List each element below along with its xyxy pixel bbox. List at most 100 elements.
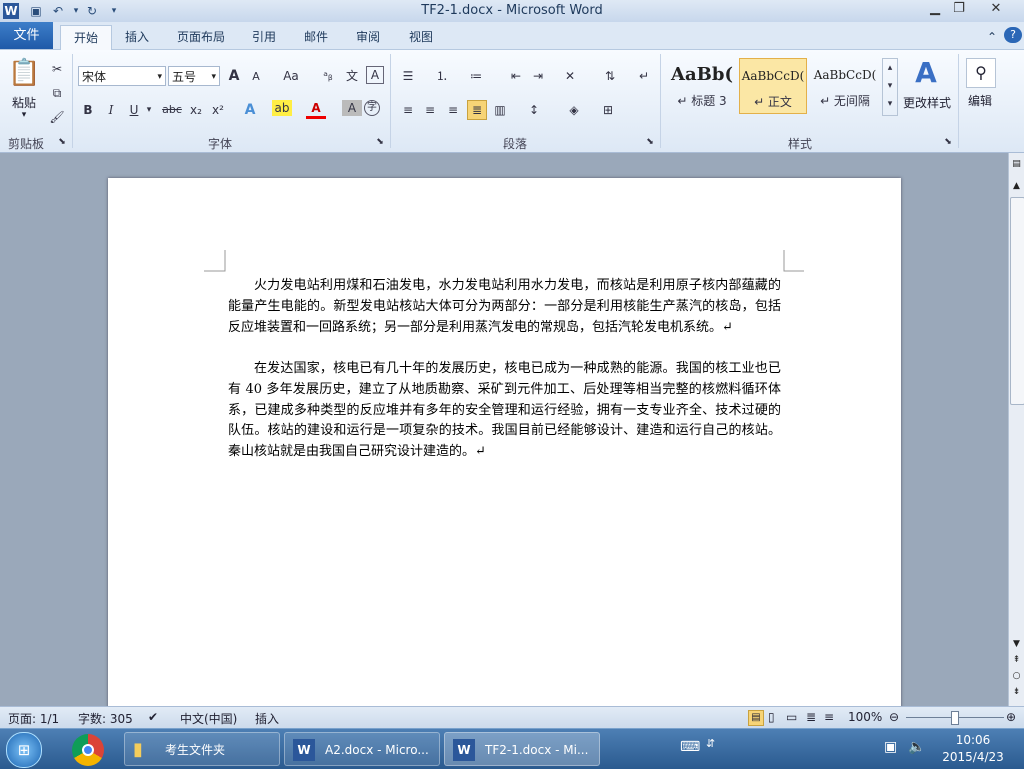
bold-button[interactable]: B — [78, 100, 98, 120]
word-count[interactable]: 字数: 305 — [78, 710, 133, 727]
paragraph-1[interactable]: 火力发电站利用煤和石油发电，水力发电站利用水力发电，而核站是利用原子核内部蕴藏的… — [228, 276, 781, 338]
help-icon[interactable]: ? — [1004, 27, 1022, 43]
clipboard-launcher-icon[interactable]: ⬊ — [56, 135, 68, 149]
taskbar-item-folder[interactable]: ▮ 考生文件夹 — [124, 732, 280, 766]
paste-button[interactable]: 粘贴 — [8, 94, 40, 111]
tab-page-layout[interactable]: 页面布局 — [170, 25, 232, 49]
paste-dropdown-icon[interactable]: ▾ — [20, 110, 28, 120]
proofing-icon[interactable]: ✔ — [148, 710, 158, 724]
tab-mailings[interactable]: 邮件 — [297, 25, 335, 49]
distributed-icon[interactable]: ▥ — [490, 100, 510, 120]
network-icon[interactable]: ▣ — [884, 739, 897, 755]
multilevel-list-icon[interactable]: ≔ — [466, 66, 486, 86]
scroll-thumb[interactable] — [1010, 197, 1024, 405]
subscript-button[interactable]: x₂ — [186, 100, 206, 120]
align-center-icon[interactable]: ≡ — [420, 100, 440, 120]
justify-icon[interactable]: ≣ — [467, 100, 487, 120]
format-painter-icon[interactable]: 🖌 — [47, 107, 67, 127]
editing-button[interactable]: 编辑 — [962, 92, 998, 109]
language-status[interactable]: 中文(中国) — [180, 710, 237, 727]
zoom-slider-thumb[interactable] — [951, 711, 959, 725]
borders-icon[interactable]: ⊞ — [598, 100, 618, 120]
tab-references[interactable]: 引用 — [245, 25, 283, 49]
bullets-icon[interactable]: ☰ — [398, 66, 418, 86]
character-border-icon[interactable]: A — [366, 66, 384, 84]
taskbar-item-a2[interactable]: W A2.docx - Micro... — [284, 732, 440, 766]
web-layout-icon[interactable]: ▭ — [786, 710, 797, 724]
tab-insert[interactable]: 插入 — [118, 25, 156, 49]
draft-view-icon[interactable]: ≡ — [824, 710, 834, 724]
scroll-down-icon[interactable]: ▼ — [1010, 639, 1023, 649]
outline-view-icon[interactable]: ≣ — [806, 710, 816, 724]
close-button[interactable]: ✕ — [972, 0, 1020, 18]
character-shading-icon[interactable]: A — [342, 100, 362, 116]
sort-icon[interactable]: ⇅ — [600, 66, 620, 86]
restore-button[interactable]: ❐ — [945, 0, 973, 18]
clear-formatting-icon[interactable]: ᵃᵦ — [318, 66, 338, 86]
tab-review[interactable]: 审阅 — [349, 25, 387, 49]
binoculars-icon[interactable]: ⚲ — [966, 58, 996, 88]
vertical-scrollbar[interactable]: ▤ ▲ ▼ ⇞ ○ ⇟ — [1008, 153, 1024, 706]
decrease-indent-icon[interactable]: ⇤ — [506, 66, 526, 86]
start-button[interactable]: ⊞ — [6, 732, 42, 768]
full-screen-reading-icon[interactable]: ▯ — [768, 710, 775, 724]
superscript-button[interactable]: x² — [208, 100, 228, 120]
page-count[interactable]: 页面: 1/1 — [8, 710, 59, 727]
scroll-up-icon[interactable]: ▲ — [1010, 181, 1023, 191]
chrome-icon[interactable] — [72, 734, 104, 766]
align-right-icon[interactable]: ≡ — [443, 100, 463, 120]
zoom-level[interactable]: 100% — [848, 710, 882, 724]
paragraph-launcher-icon[interactable]: ⬊ — [644, 135, 656, 149]
italic-button[interactable]: I — [101, 100, 121, 120]
zoom-out-icon[interactable]: ⊖ — [889, 710, 899, 724]
underline-dropdown-icon[interactable]: ▾ — [144, 100, 154, 120]
ime-icon[interactable]: ⇵ — [706, 737, 715, 750]
insert-mode[interactable]: 插入 — [255, 710, 279, 727]
next-page-icon[interactable]: ⇟ — [1010, 687, 1023, 697]
style-normal[interactable]: AaBbCcD( ↵ 正文 — [739, 58, 807, 114]
select-browse-object-icon[interactable]: ○ — [1010, 671, 1023, 681]
styles-launcher-icon[interactable]: ⬊ — [942, 135, 954, 149]
shrink-font-button[interactable]: A — [246, 67, 266, 87]
change-case-button[interactable]: Aa — [278, 66, 304, 86]
enclose-characters-icon[interactable]: 字 — [364, 100, 380, 116]
collapse-ribbon-icon[interactable]: ⌃ — [984, 25, 1000, 49]
clock-time[interactable]: 10:06 — [944, 733, 1002, 747]
font-launcher-icon[interactable]: ⬊ — [374, 135, 386, 149]
show-marks-icon[interactable]: ↵ — [634, 66, 654, 86]
paste-icon[interactable]: 📋 — [8, 56, 40, 90]
volume-muted-icon[interactable]: 🔈 — [908, 739, 925, 755]
tab-view[interactable]: 视图 — [402, 25, 440, 49]
taskbar-item-tf2[interactable]: W TF2-1.docx - Mi... — [444, 732, 600, 766]
document-page[interactable]: 火力发电站利用煤和石油发电，水力发电站利用水力发电，而核站是利用原子核内部蕴藏的… — [108, 178, 901, 706]
paragraph-2[interactable]: 在发达国家，核电已有几十年的发展历史，核电已成为一种成熟的能源。我国的核工业也已… — [228, 359, 781, 463]
change-styles-icon[interactable]: A — [908, 56, 944, 89]
change-styles-button[interactable]: 更改样式 — [900, 94, 954, 111]
style-heading3[interactable]: AaBb( ↵ 标题 3 — [668, 58, 736, 114]
clock-date[interactable]: 2015/4/23 — [936, 750, 1010, 764]
keyboard-icon[interactable]: ⌨ — [680, 739, 700, 755]
font-family-select[interactable]: 宋体 ▾ — [78, 66, 166, 86]
phonetic-guide-icon[interactable]: 文 — [342, 66, 362, 86]
cut-icon[interactable]: ✂ — [47, 59, 67, 79]
styles-scroll-icon[interactable]: ▴ ▾ ▾ — [882, 58, 898, 116]
copy-icon[interactable]: ⧉ — [47, 83, 67, 103]
font-size-select[interactable]: 五号 ▾ — [168, 66, 220, 86]
underline-button[interactable]: U — [124, 100, 144, 120]
tab-file[interactable]: 文件 — [0, 22, 53, 49]
align-left-icon[interactable]: ≡ — [398, 100, 418, 120]
font-color-button[interactable]: A — [306, 100, 326, 119]
grow-font-button[interactable]: A — [224, 66, 244, 86]
strikethrough-button[interactable]: abc — [160, 100, 184, 120]
shading-icon[interactable]: ◈ — [564, 100, 584, 120]
increase-indent-icon[interactable]: ⇥ — [528, 66, 548, 86]
highlight-icon[interactable]: ab — [272, 100, 292, 116]
ruler-toggle-icon[interactable]: ▤ — [1010, 159, 1023, 173]
zoom-in-icon[interactable]: ⊕ — [1006, 710, 1016, 724]
tab-home[interactable]: 开始 — [60, 25, 112, 50]
numbering-icon[interactable]: ⒈ — [432, 66, 452, 86]
style-no-spacing[interactable]: AaBbCcD( ↵ 无间隔 — [811, 58, 879, 114]
text-effects-icon[interactable]: A — [240, 100, 260, 120]
previous-page-icon[interactable]: ⇞ — [1010, 655, 1023, 665]
chinese-layout-icon[interactable]: ✕ — [560, 66, 580, 86]
